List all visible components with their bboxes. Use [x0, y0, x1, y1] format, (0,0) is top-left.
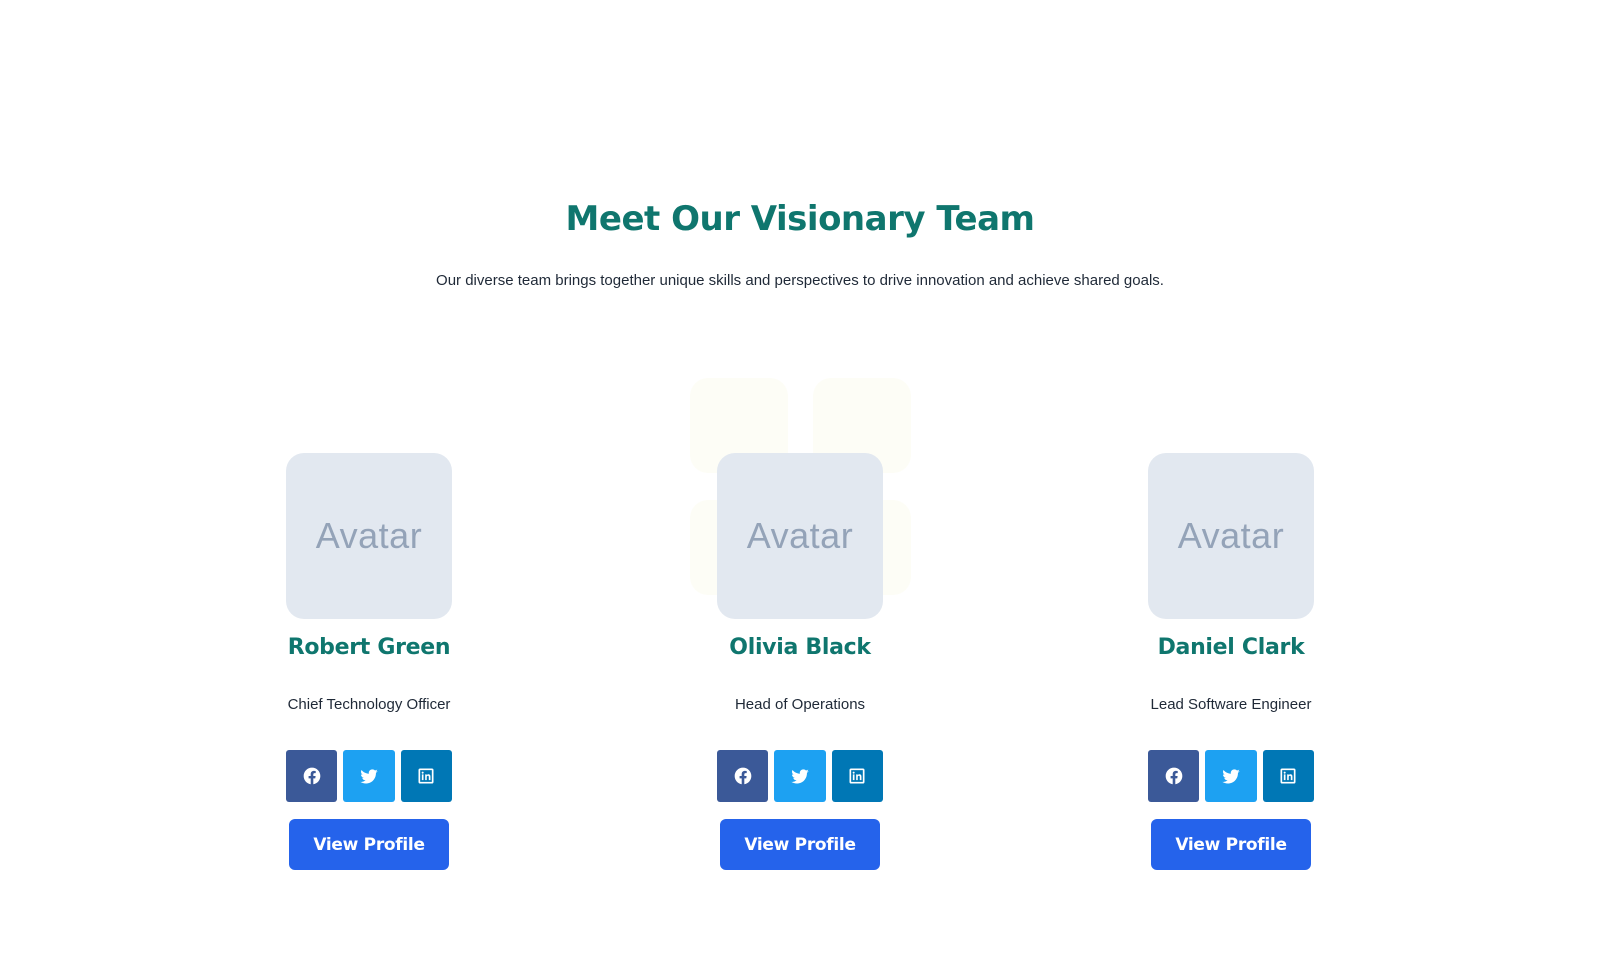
social-links	[1148, 750, 1314, 802]
view-profile-button[interactable]: View Profile	[1151, 819, 1311, 870]
twitter-button[interactable]	[343, 750, 395, 802]
facebook-button[interactable]	[286, 750, 338, 802]
member-name: Olivia Black	[729, 635, 871, 660]
member-role: Chief Technology Officer	[287, 696, 451, 713]
member-name: Robert Green	[287, 635, 451, 660]
linkedin-button[interactable]	[400, 750, 452, 802]
twitter-button[interactable]	[1205, 750, 1257, 802]
view-profile-button[interactable]: View Profile	[289, 819, 449, 870]
linkedin-icon	[1278, 766, 1298, 786]
section-title: Meet Our Visionary Team	[565, 199, 1035, 239]
linkedin-icon	[847, 766, 867, 786]
linkedin-button[interactable]	[831, 750, 883, 802]
linkedin-icon	[416, 766, 436, 786]
social-links	[717, 750, 883, 802]
twitter-button[interactable]	[774, 750, 826, 802]
view-profile-button[interactable]: View Profile	[720, 819, 880, 870]
avatar: Avatar	[1148, 453, 1314, 619]
twitter-icon	[790, 766, 810, 786]
section-subtitle: Our diverse team brings together unique …	[436, 272, 1164, 289]
facebook-button[interactable]	[1148, 750, 1200, 802]
member-role: Head of Operations	[734, 696, 866, 713]
facebook-icon	[733, 766, 753, 786]
twitter-icon	[359, 766, 379, 786]
member-name: Daniel Clark	[1157, 635, 1305, 660]
avatar: Avatar	[286, 453, 452, 619]
twitter-icon	[1221, 766, 1241, 786]
linkedin-button[interactable]	[1262, 750, 1314, 802]
facebook-icon	[302, 766, 322, 786]
member-role: Lead Software Engineer	[1150, 696, 1312, 713]
social-links	[286, 750, 452, 802]
facebook-button[interactable]	[717, 750, 769, 802]
avatar: Avatar	[717, 453, 883, 619]
facebook-icon	[1164, 766, 1184, 786]
